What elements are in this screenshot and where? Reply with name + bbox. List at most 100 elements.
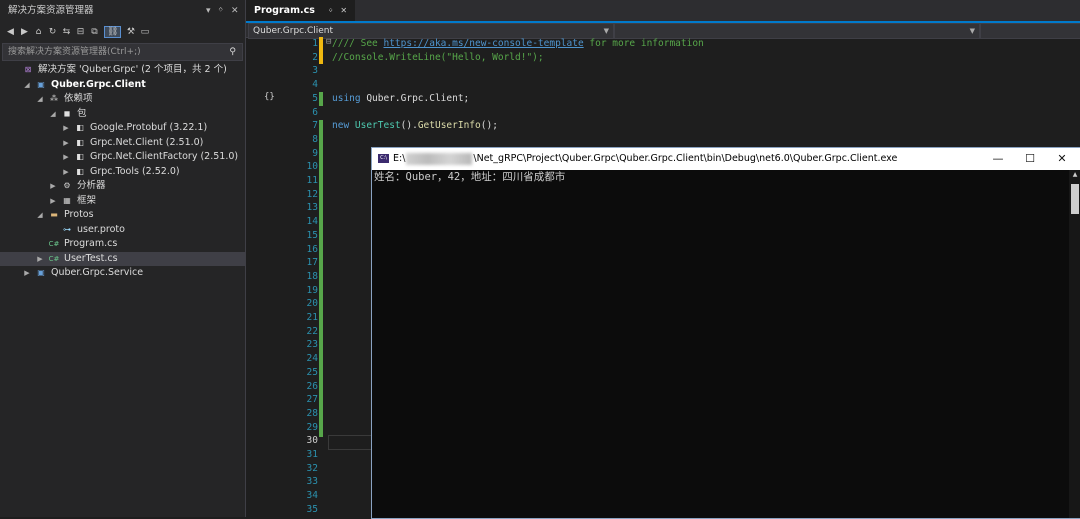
line-number: 11	[306, 175, 318, 186]
sync-icon[interactable]: ⇆	[62, 27, 71, 37]
line-number: 15	[306, 229, 318, 241]
expand-arrow-icon[interactable]: ▶	[36, 252, 44, 266]
code-token: ();	[480, 120, 498, 132]
tree-node[interactable]: ⊶ user.proto	[0, 223, 245, 237]
minimize-button[interactable]: —	[983, 148, 1013, 170]
line-number: 12	[306, 188, 318, 200]
csharp-project-icon: ▣	[37, 268, 45, 277]
tree-node[interactable]: ▶ ▦ 框架	[0, 194, 245, 208]
panel-dropdown-icon[interactable]: ▾	[206, 0, 211, 22]
line-number: 8	[312, 133, 318, 145]
expand-arrow-icon[interactable]: ▶	[49, 194, 57, 208]
line-number: 27	[306, 394, 318, 406]
console-output: 姓名：Quber，42，地址：四川省成都市	[374, 171, 566, 183]
tree-node-label: user.proto	[77, 223, 125, 235]
tree-node[interactable]: C# Program.cs	[0, 237, 245, 251]
line-number: 17	[306, 257, 318, 269]
code-token: Quber.Grpc.Client;	[366, 92, 470, 104]
code-line[interactable]: using Quber.Grpc.Client;	[332, 92, 469, 106]
changed-lines-marker	[319, 37, 323, 64]
collapse-arrow-icon[interactable]: ◢	[49, 107, 57, 121]
collapse-arrow-icon[interactable]: ◢	[36, 208, 44, 222]
line-number: 20	[306, 298, 318, 310]
expand-arrow-icon[interactable]: ▶	[62, 121, 70, 135]
expand-arrow-icon[interactable]: ▶	[62, 150, 70, 164]
csharp-file-icon: C#	[48, 254, 60, 263]
properties-icon[interactable]: ⚒	[126, 27, 135, 37]
scroll-up-icon[interactable]: ▲	[1069, 171, 1080, 181]
saved-lines-marker	[319, 92, 323, 106]
tree-node-label: 分析器	[77, 180, 106, 191]
tree-node[interactable]: ◢ ⁂ 依赖项	[0, 92, 245, 106]
collapse-icon[interactable]: ⊟	[76, 27, 85, 37]
tree-node[interactable]: ◢ ▣ Quber.Grpc.Client	[0, 78, 245, 92]
nuget-icon: ◧	[76, 166, 84, 176]
back-icon[interactable]: ◀	[6, 27, 15, 37]
console-title-prefix: E:\	[393, 153, 406, 164]
maximize-button[interactable]: ☐	[1015, 148, 1045, 170]
show-all-icon[interactable]: ⧉	[90, 27, 99, 37]
expand-arrow-icon[interactable]: ▶	[62, 165, 70, 179]
line-number: 14	[306, 216, 318, 228]
expand-arrow-icon[interactable]: ▶	[62, 136, 70, 150]
tree-node-label: Grpc.Net.Client (2.51.0)	[90, 136, 204, 148]
line-number: 32	[306, 462, 318, 474]
code-token: new	[332, 120, 355, 132]
line-number: 4	[312, 79, 318, 91]
line-number: 22	[306, 325, 318, 337]
view-toggle-icon[interactable]: ⛓	[104, 26, 122, 38]
solution-explorer-panel: 解决方案资源管理器 ▾ ᛜ ✕ ◀ ▶ ⌂ ↻ ⇆ ⊟ ⧉ ⛓ ⚒ ▭ 搜索解决…	[0, 0, 246, 517]
csharp-project-icon: ▣	[37, 79, 45, 89]
tab-pin-icon[interactable]: ᛜ	[328, 6, 333, 15]
code-link[interactable]: https://aka.ms/new-console-template	[383, 38, 583, 49]
collapse-arrow-icon[interactable]: ◢	[36, 92, 44, 106]
line-number: 7	[312, 120, 318, 132]
fold-collapse-icon[interactable]: ⊟	[326, 37, 331, 47]
expand-arrow-icon[interactable]: ▶	[23, 266, 31, 280]
tree-node[interactable]: ▶ ◧ Grpc.Net.ClientFactory (2.51.0)	[0, 150, 245, 164]
tree-node-label: Google.Protobuf (3.22.1)	[90, 122, 208, 133]
tree-node-label: Grpc.Tools (2.52.0)	[90, 165, 180, 177]
close-button[interactable]: ✕	[1047, 148, 1077, 170]
tree-node[interactable]: ▶ ◧ Google.Protobuf (3.22.1)	[0, 121, 245, 135]
line-number: 5	[312, 92, 318, 104]
line-number: 23	[306, 339, 318, 351]
line-number: 24	[306, 353, 318, 365]
code-line[interactable]: new UserTest().GetUserInfo();	[332, 119, 498, 133]
analyzer-icon: ⚙	[63, 181, 71, 190]
code-token: GetUserInfo	[417, 120, 481, 132]
tab-close-icon[interactable]: ✕	[340, 6, 347, 15]
history-icon[interactable]: ↻	[48, 27, 57, 37]
tree-node[interactable]: ▶ ⚙ 分析器	[0, 179, 245, 193]
code-line[interactable]: //Console.WriteLine("Hello, World!");	[332, 51, 544, 65]
preview-icon[interactable]: ▭	[140, 27, 150, 37]
home-icon[interactable]: ⌂	[34, 27, 43, 37]
console-title-suffix: \Net_gRPC\Project\Quber.Grpc\Quber.Grpc.…	[473, 153, 898, 164]
tree-node[interactable]: ▶ C# UserTest.cs	[0, 251, 245, 266]
console-scrollbar[interactable]: ▲	[1069, 170, 1080, 518]
collapse-arrow-icon[interactable]: ◢	[23, 78, 31, 92]
console-window[interactable]: C:\ E:\ \Net_gRPC\Project\Quber.Grpc\Qube…	[371, 147, 1080, 519]
scrollbar-thumb[interactable]	[1071, 184, 1079, 214]
panel-pin-icon[interactable]: ᛜ	[218, 0, 223, 22]
line-number: 3	[312, 65, 318, 77]
csharp-file-icon: C#	[48, 240, 60, 248]
panel-close-icon[interactable]: ✕	[231, 0, 239, 22]
console-title-bar[interactable]: C:\ E:\ \Net_gRPC\Project\Quber.Grpc\Qube…	[372, 148, 1080, 170]
expand-arrow-icon[interactable]: ▶	[49, 179, 57, 193]
tree-node[interactable]: ▶ ▣ Quber.Grpc.Service	[0, 266, 245, 280]
tab-program-cs[interactable]: Program.cs ᛜ ✕	[246, 0, 356, 21]
line-number: 28	[306, 407, 318, 419]
tree-node[interactable]: ◢ ▬ Protos	[0, 208, 245, 222]
editor-navigation-bar: Quber.Grpc.Client ▼ ▼	[246, 23, 1080, 39]
tree-node[interactable]: ▶ ◧ Grpc.Net.Client (2.51.0)	[0, 136, 245, 150]
code-token: UserTest	[354, 120, 401, 132]
solution-explorer-search-input[interactable]: 搜索解决方案资源管理器(Ctrl+;) ⚲	[2, 43, 243, 61]
forward-icon[interactable]: ▶	[20, 27, 29, 37]
code-line[interactable]: //// See https://aka.ms/new-console-temp…	[332, 37, 704, 51]
code-token: ().	[400, 120, 418, 132]
tree-node[interactable]: ◢ ◼ 包	[0, 107, 245, 121]
tree-node[interactable]: ▶ ◧ Grpc.Tools (2.52.0)	[0, 165, 245, 179]
tree-node[interactable]: ⊠ 解决方案 'Quber.Grpc' (2 个项目，共 2 个)	[0, 63, 245, 77]
search-icon[interactable]: ⚲	[229, 44, 236, 60]
